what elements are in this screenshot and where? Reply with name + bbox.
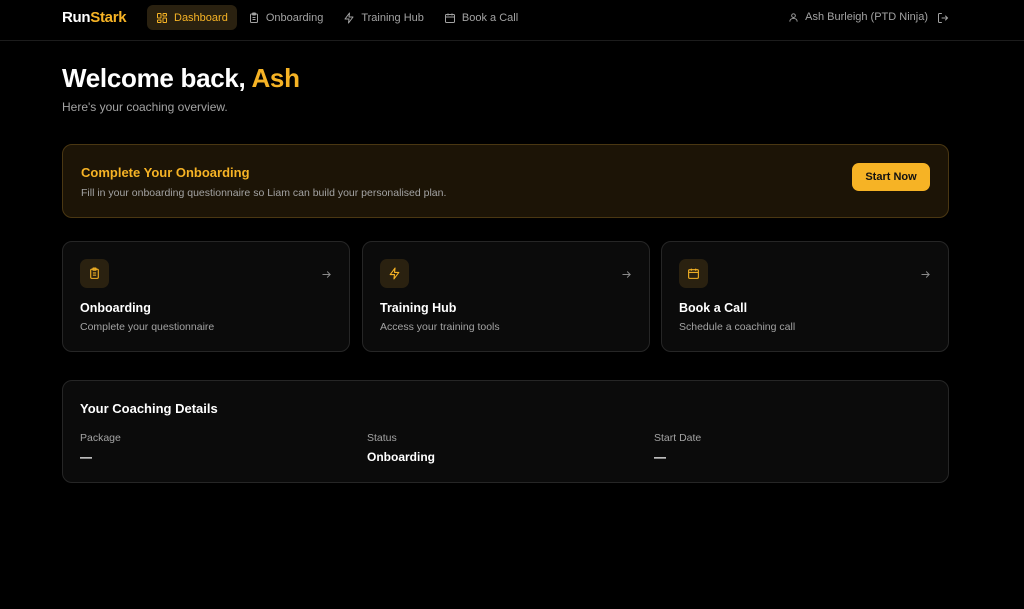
page-subtitle: Here's your coaching overview. <box>62 100 228 114</box>
main-nav: Dashboard Onboarding Training Hub Book a… <box>147 5 529 30</box>
user-icon <box>789 12 798 22</box>
field-value: — <box>654 450 666 464</box>
clipboard-icon <box>90 267 99 279</box>
banner-description: Fill in your onboarding questionnaire so… <box>81 187 447 199</box>
nav-item-book-a-call[interactable]: Book a Call <box>435 5 527 30</box>
field-label: Status <box>367 432 397 444</box>
card-icon-container <box>679 259 708 288</box>
onboarding-banner: Complete Your Onboarding Fill in your on… <box>62 144 949 218</box>
card-icon-container <box>380 259 409 288</box>
lightning-icon <box>389 267 400 280</box>
card-book-a-call[interactable]: Book a Call Schedule a coaching call <box>661 241 949 352</box>
card-description: Access your training tools <box>380 321 500 333</box>
nav-item-label: Book a Call <box>461 11 519 24</box>
start-date-field: Start Date — <box>654 432 701 464</box>
arrow-right-icon <box>621 267 632 285</box>
nav-item-training-hub[interactable]: Training Hub <box>334 5 433 30</box>
arrow-right-icon <box>321 267 332 285</box>
field-value: Onboarding <box>367 450 435 464</box>
brand-logo[interactable]: RunStark <box>62 9 127 27</box>
coaching-details-panel: Your Coaching Details Package — Status O… <box>62 380 949 483</box>
nav-item-onboarding[interactable]: Onboarding <box>239 5 333 30</box>
brand-text-run: Run <box>62 9 91 26</box>
coaching-details-title: Your Coaching Details <box>80 401 218 416</box>
calendar-icon <box>688 268 699 279</box>
field-label: Start Date <box>654 432 702 444</box>
card-title: Training Hub <box>380 301 457 315</box>
card-title: Book a Call <box>679 301 748 315</box>
clipboard-icon <box>249 12 258 23</box>
field-label: Package <box>80 432 121 444</box>
start-now-button[interactable]: Start Now <box>852 163 930 191</box>
welcome-user-name: Ash <box>251 63 300 93</box>
welcome-prefix: Welcome back, <box>62 63 252 93</box>
card-description: Schedule a coaching call <box>679 321 796 333</box>
field-value: — <box>80 450 92 464</box>
nav-item-dashboard[interactable]: Dashboard <box>147 5 237 30</box>
top-nav-bar: RunStark Dashboard Onboarding Training H… <box>0 0 1024 41</box>
banner-title: Complete Your Onboarding <box>81 165 250 180</box>
card-icon-container <box>80 259 109 288</box>
card-title: Onboarding <box>80 301 151 315</box>
card-description: Complete your questionnaire <box>80 321 215 333</box>
brand-text-stark: Stark <box>90 9 127 26</box>
page-title: Welcome back, Ash <box>62 62 300 94</box>
logout-icon <box>938 13 949 23</box>
calendar-icon <box>444 13 455 23</box>
user-name: Ash Burleigh (PTD Ninja) <box>805 11 928 23</box>
nav-item-label: Training Hub <box>361 11 424 24</box>
card-onboarding[interactable]: Onboarding Complete your questionnaire <box>62 241 350 352</box>
arrow-right-icon <box>920 267 931 285</box>
nav-item-label: Onboarding <box>265 11 324 24</box>
card-training-hub[interactable]: Training Hub Access your training tools <box>362 241 650 352</box>
lightning-icon <box>344 12 354 23</box>
grid-icon <box>157 12 167 23</box>
logout-button[interactable] <box>937 11 949 29</box>
status-field: Status Onboarding <box>367 432 435 464</box>
nav-item-label: Dashboard <box>174 11 228 24</box>
package-field: Package — <box>80 432 121 464</box>
user-menu[interactable]: Ash Burleigh (PTD Ninja) <box>788 9 928 25</box>
